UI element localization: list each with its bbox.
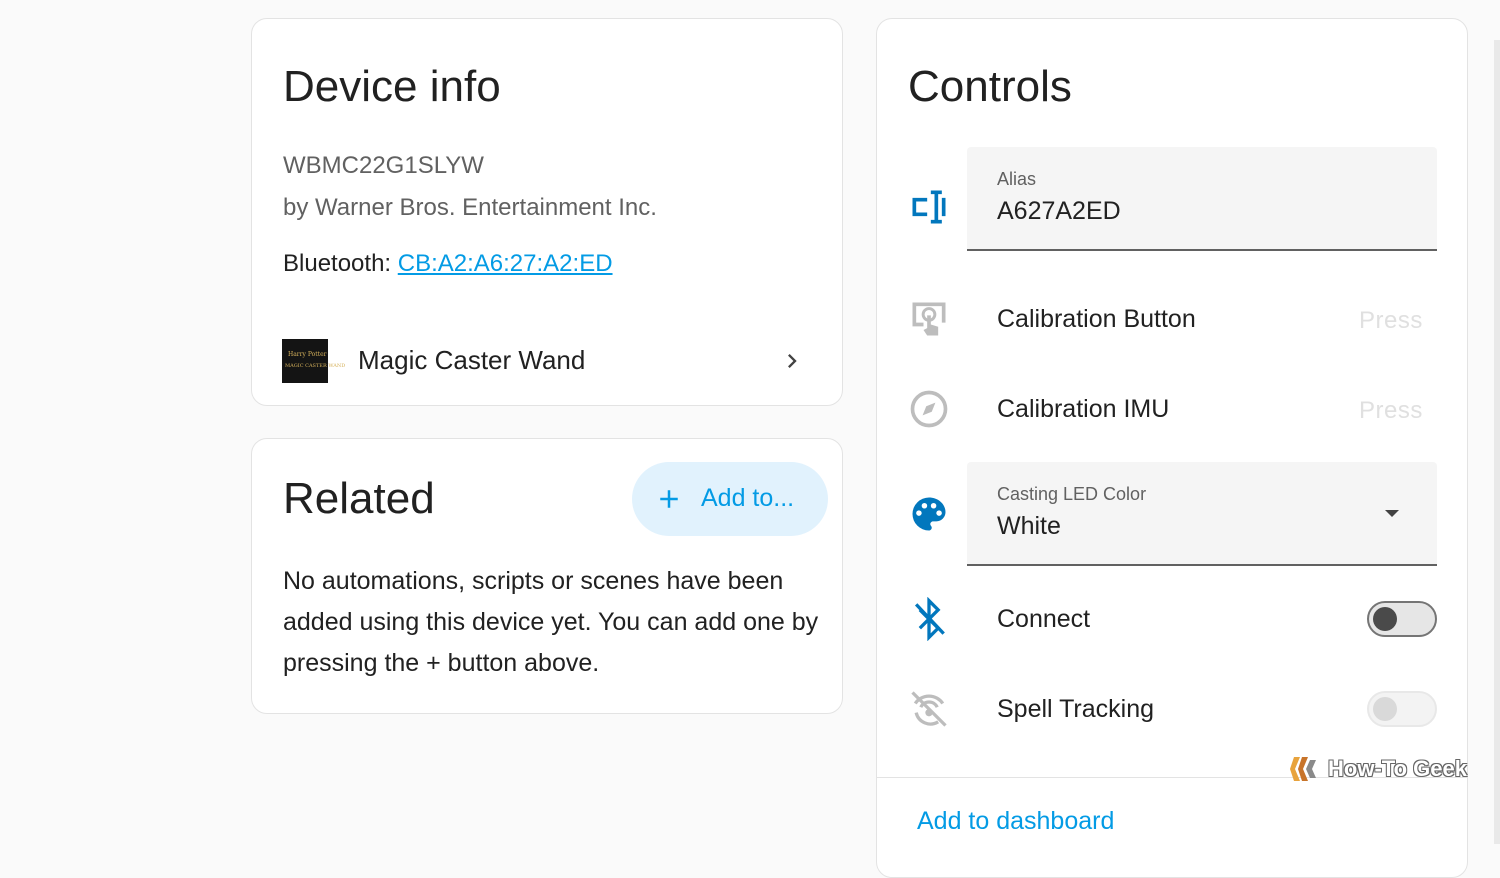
alias-label: Alias [997,169,1037,189]
how-to-geek-watermark: How-To Geek [1290,754,1467,786]
alias-value: A627A2ED [997,197,1121,225]
calibration-button-label: Calibration Button [997,305,1196,333]
chevron-right-icon [788,354,797,368]
plus-icon [660,490,678,508]
alias-text-field[interactable]: Alias A627A2ED [967,147,1437,251]
toggle-knob [1373,607,1397,631]
thumbnail-product-text: MAGIC CASTER WAND [285,363,346,369]
toggle-knob [1373,697,1397,721]
bluetooth-off-icon [914,597,945,641]
casting-led-color-label: Casting LED Color [997,484,1147,504]
add-to-button-label: Add to... [701,484,795,512]
rename-box-icon [912,190,946,224]
device-model: WBMC22G1SLYW [283,152,484,179]
wand-thumbnail: Harry Potter MAGIC CASTER WAND [282,339,345,383]
calibration-imu-label: Calibration IMU [997,395,1170,423]
dropdown-caret-icon [1385,510,1399,517]
page-scrollbar[interactable] [1494,40,1500,844]
bluetooth-label: Bluetooth: [283,250,398,277]
related-card: Related Add to... No automations, script… [251,438,843,714]
thumbnail-logo-text: Harry Potter [288,351,327,358]
add-to-dashboard-button[interactable]: Add to dashboard [917,807,1114,836]
compass-icon [910,390,948,428]
casting-led-color-value: White [997,512,1061,540]
spell-tracking-label: Spell Tracking [997,695,1155,723]
calibration-imu-press[interactable]: Press [1359,397,1423,425]
related-empty-message: No automations, scripts or scenes have b… [283,567,819,677]
device-info-title: Device info [283,62,501,111]
entity-name: Magic Caster Wand [358,345,586,375]
controls-card: Controls Alias A627A2ED Calibration Butt… [876,18,1468,878]
add-to-button[interactable]: Add to... [632,462,828,536]
spell-tracking-toggle[interactable] [1367,691,1437,727]
related-title: Related [283,474,435,523]
motion-sensor-off-icon [911,691,947,727]
entity-row-magic-caster-wand[interactable]: Harry Potter MAGIC CASTER WAND Magic Cas… [282,337,812,385]
connect-label: Connect [997,605,1091,633]
controls-title: Controls [908,62,1072,111]
casting-led-color-select[interactable]: Casting LED Color White [967,462,1437,566]
how-to-geek-logo-icon [1290,757,1316,781]
device-info-card: Device info WBMC22G1SLYW by Warner Bros.… [251,18,843,406]
bluetooth-connection: Bluetooth: CB:A2:A6:27:A2:ED [283,250,613,278]
calibration-button-press[interactable]: Press [1359,307,1423,335]
bluetooth-address-link[interactable]: CB:A2:A6:27:A2:ED [398,250,613,277]
watermark-text: How-To Geek [1328,756,1467,781]
palette-icon [912,497,946,531]
gesture-tap-button-icon [912,302,946,336]
connect-toggle[interactable] [1367,601,1437,637]
device-manufacturer: by Warner Bros. Entertainment Inc. [283,194,657,221]
